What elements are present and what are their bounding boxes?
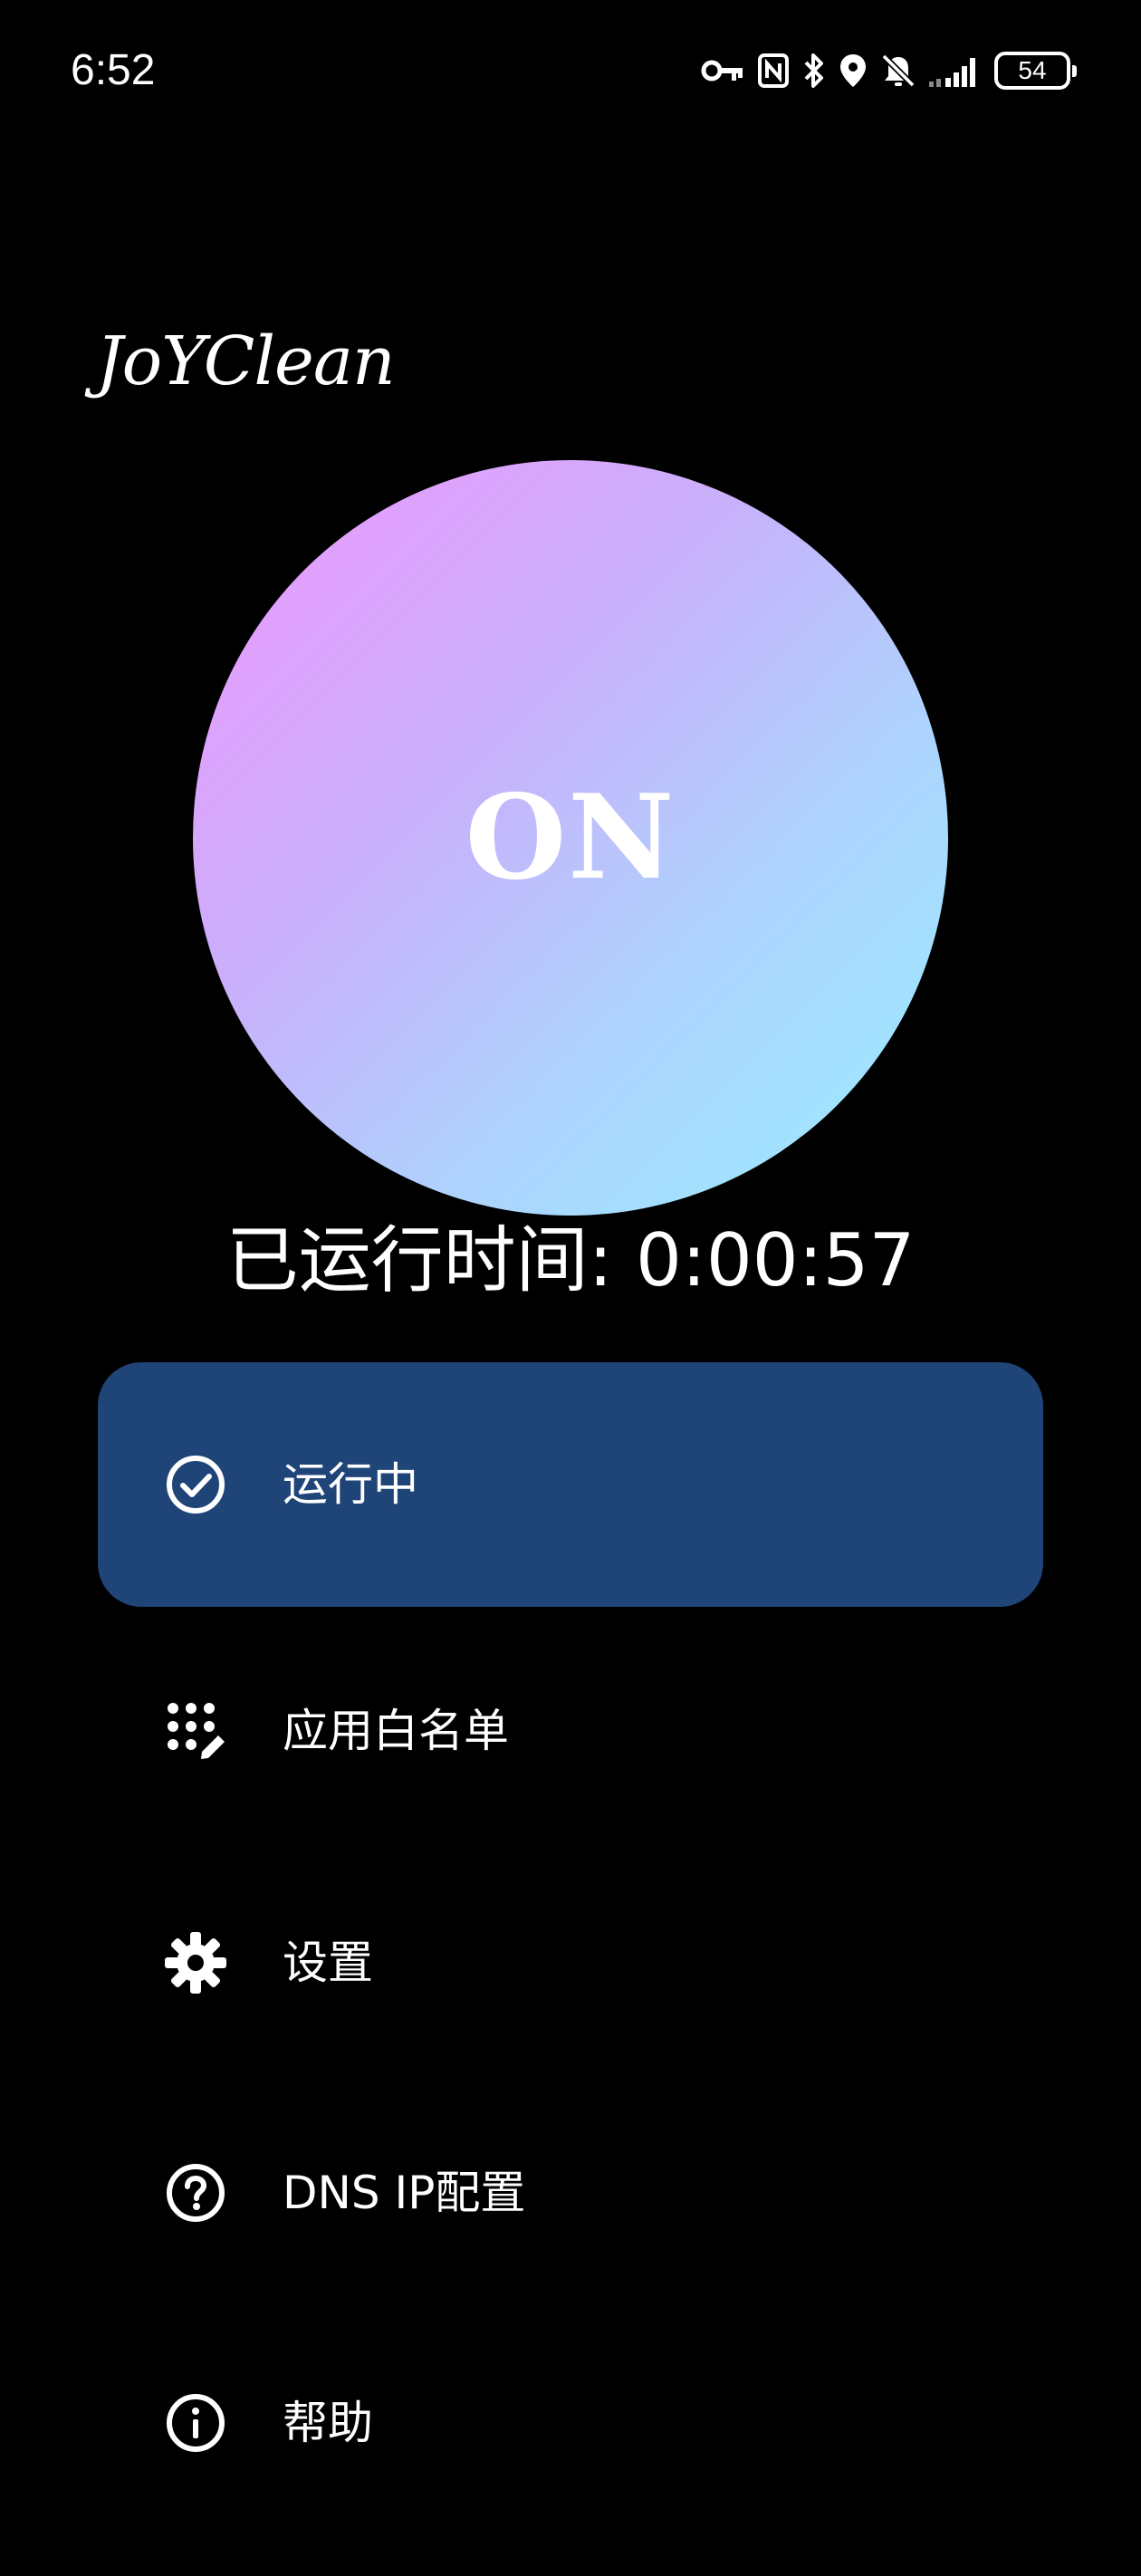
status-icons: 54 [701, 47, 1077, 94]
menu-item-running[interactable]: 运行中 [98, 1362, 1043, 1607]
menu-item-label: DNS IP配置 [283, 2167, 526, 2219]
info-icon [163, 2390, 228, 2456]
app-logo: JoYClean [96, 322, 396, 400]
main-menu: 运行中 应用白名单 设置 DNS IP配置 帮助 [98, 1362, 1043, 2527]
menu-item-dns-ip-config[interactable]: DNS IP配置 [98, 2089, 1043, 2297]
bluetooth-icon [802, 53, 826, 89]
menu-item-help[interactable]: 帮助 [98, 2319, 1043, 2527]
check-circle-icon [163, 1452, 228, 1517]
menu-item-label: 帮助 [283, 2397, 373, 2449]
location-icon [839, 53, 868, 89]
power-toggle-button[interactable]: ON [193, 460, 948, 1216]
help-circle-icon [163, 2160, 228, 2225]
nfc-icon [757, 53, 790, 89]
menu-item-label: 运行中 [283, 1458, 418, 1511]
menu-item-label: 设置 [283, 1937, 373, 1989]
apps-edit-icon [163, 1698, 228, 1764]
menu-item-app-whitelist[interactable]: 应用白名单 [98, 1627, 1043, 1835]
vpn-key-icon [701, 57, 744, 84]
menu-item-label: 应用白名单 [283, 1705, 509, 1757]
signal-icon [929, 53, 982, 89]
menu-item-settings[interactable]: 设置 [98, 1859, 1043, 2067]
gear-icon [163, 1930, 228, 1995]
power-state-label: ON [465, 770, 676, 906]
status-time: 6:52 [71, 46, 156, 94]
runtime-text: 已运行时间: 0:00:57 [225, 1218, 916, 1302]
battery-icon: 54 [994, 52, 1077, 90]
status-bar: 6:52 54 [0, 0, 1141, 136]
bell-muted-icon [880, 53, 916, 89]
